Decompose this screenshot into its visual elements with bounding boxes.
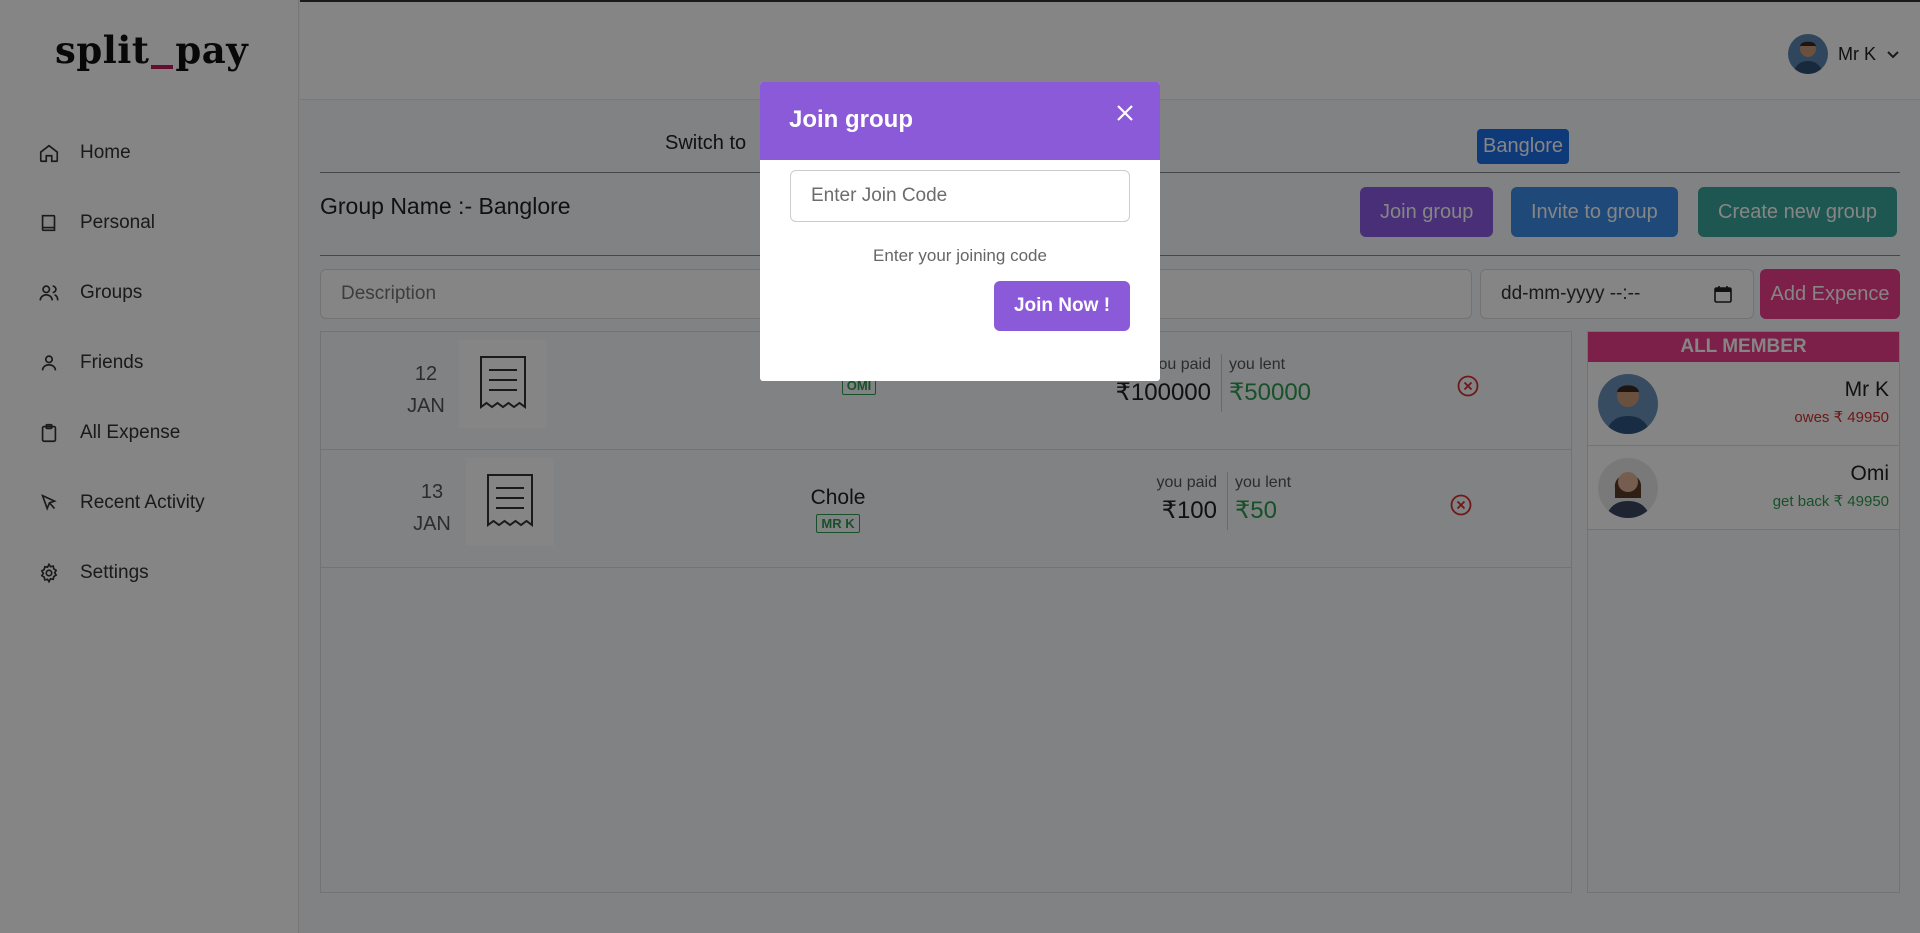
modal-close-button[interactable]: [1114, 102, 1138, 126]
modal-title: Join group: [789, 106, 913, 133]
join-code-hint: Enter your joining code: [873, 246, 1047, 265]
modal-header: Join group: [760, 82, 1160, 160]
join-group-modal: Join group Enter your joining code Join …: [760, 82, 1160, 381]
join-code-input[interactable]: [790, 170, 1130, 222]
join-now-button[interactable]: Join Now !: [994, 281, 1130, 331]
close-icon: [1117, 105, 1133, 121]
